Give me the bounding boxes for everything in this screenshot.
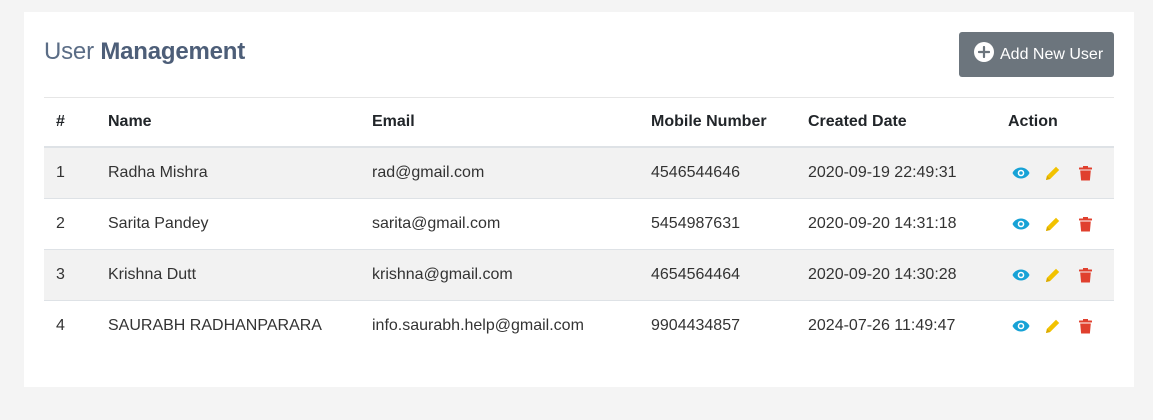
- header-mobile: Mobile Number: [639, 97, 796, 148]
- page-title-light: User: [44, 38, 101, 65]
- cell-num: 4: [44, 300, 96, 351]
- table-row: 4 SAURABH RADHANPARARA info.saurabh.help…: [44, 300, 1114, 351]
- header-action: Action: [996, 97, 1114, 148]
- cell-mobile: 5454987631: [639, 198, 796, 250]
- cell-created-date: 2020-09-19 22:49:31: [796, 146, 996, 199]
- page-title-bold: Management: [100, 38, 246, 65]
- cell-name: SAURABH RADHANPARARA: [96, 300, 360, 351]
- cell-num: 3: [44, 249, 96, 301]
- add-new-user-button[interactable]: Add New User: [959, 32, 1114, 77]
- table-row: 2 Sarita Pandey sarita@gmail.com 5454987…: [44, 198, 1114, 250]
- cell-mobile: 4546544646: [639, 146, 796, 199]
- cell-num: 2: [44, 198, 96, 250]
- trash-icon[interactable]: [1076, 164, 1094, 182]
- cell-email: krishna@gmail.com: [360, 249, 639, 301]
- users-table: # Name Email Mobile Number Created Date …: [44, 97, 1114, 351]
- cell-email: sarita@gmail.com: [360, 198, 639, 250]
- cell-mobile: 4654564464: [639, 249, 796, 301]
- header-name: Name: [96, 97, 360, 148]
- cell-email: info.saurabh.help@gmail.com: [360, 300, 639, 351]
- plus-circle-icon: [974, 41, 994, 62]
- header-email: Email: [360, 97, 639, 148]
- trash-icon[interactable]: [1076, 215, 1094, 233]
- pencil-icon[interactable]: [1044, 164, 1062, 182]
- cell-name: Krishna Dutt: [96, 249, 360, 301]
- page-title: User Management: [44, 38, 245, 66]
- table-row: 1 Radha Mishra rad@gmail.com 4546544646 …: [44, 146, 1114, 199]
- trash-icon[interactable]: [1076, 266, 1094, 284]
- cell-email: rad@gmail.com: [360, 146, 639, 199]
- pencil-icon[interactable]: [1044, 266, 1062, 284]
- header-created-date: Created Date: [796, 97, 996, 148]
- cell-created-date: 2020-09-20 14:31:18: [796, 198, 996, 250]
- cell-actions: [996, 300, 1114, 351]
- pencil-icon[interactable]: [1044, 317, 1062, 335]
- eye-icon[interactable]: [1012, 317, 1030, 335]
- header-num: #: [44, 97, 96, 148]
- cell-name: Sarita Pandey: [96, 198, 360, 250]
- cell-created-date: 2024-07-26 11:49:47: [796, 300, 996, 351]
- cell-actions: [996, 249, 1114, 301]
- add-new-user-label: Add New User: [1000, 45, 1104, 63]
- cell-created-date: 2020-09-20 14:30:28: [796, 249, 996, 301]
- cell-actions: [996, 198, 1114, 250]
- cell-name: Radha Mishra: [96, 146, 360, 199]
- trash-icon[interactable]: [1076, 317, 1094, 335]
- card-header: User Management Add New User: [44, 32, 1114, 98]
- cell-mobile: 9904434857: [639, 300, 796, 351]
- eye-icon[interactable]: [1012, 215, 1030, 233]
- table-row: 3 Krishna Dutt krishna@gmail.com 4654564…: [44, 249, 1114, 301]
- user-management-card: User Management Add New User # Name Emai…: [24, 12, 1134, 387]
- eye-icon[interactable]: [1012, 164, 1030, 182]
- table-header-row: # Name Email Mobile Number Created Date …: [44, 97, 1114, 148]
- eye-icon[interactable]: [1012, 266, 1030, 284]
- cell-num: 1: [44, 146, 96, 199]
- cell-actions: [996, 146, 1114, 199]
- pencil-icon[interactable]: [1044, 215, 1062, 233]
